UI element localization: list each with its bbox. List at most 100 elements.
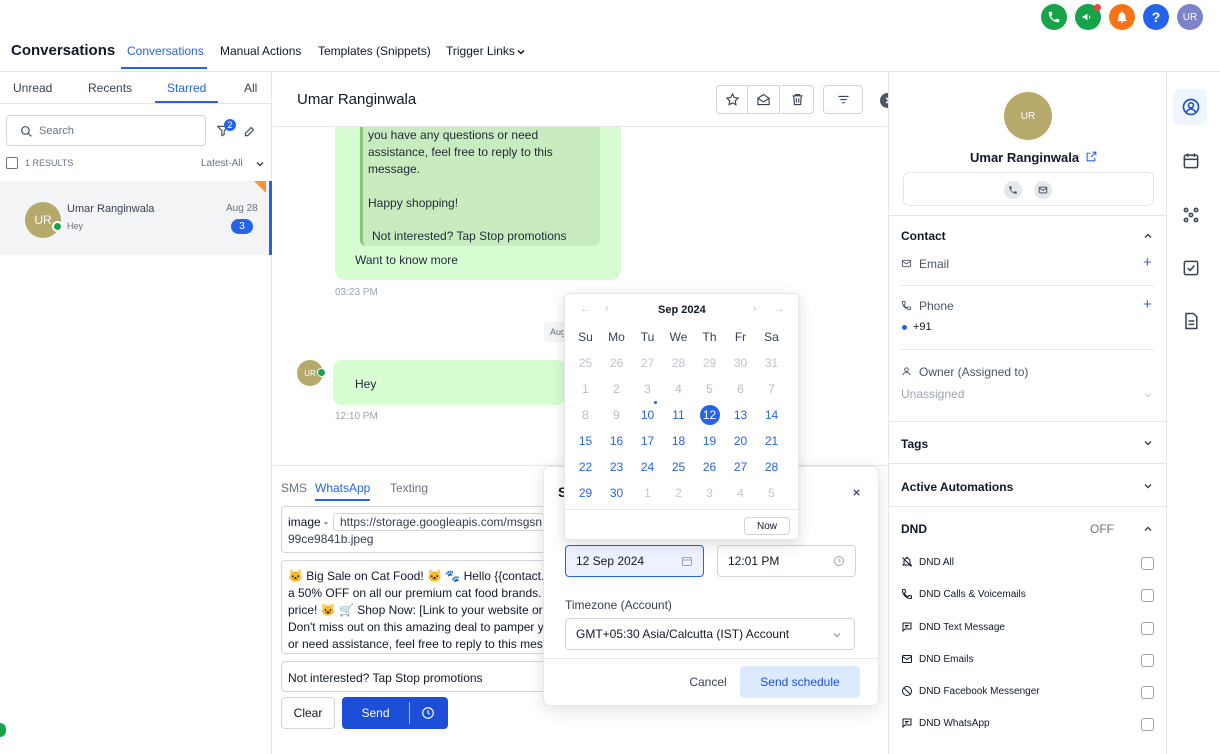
dnd-text-checkbox[interactable] (1141, 622, 1154, 635)
dnd-messenger-checkbox[interactable] (1141, 686, 1154, 699)
calendar-day[interactable]: 22 (570, 460, 601, 474)
message-body-field[interactable]: 🐱 Big Sale on Cat Food! 🐱 🐾 Hello {{cont… (281, 560, 561, 654)
calendar-day-selected[interactable]: 12 (694, 405, 725, 425)
calendar-day[interactable]: 30 (601, 486, 632, 500)
workflow-icon[interactable] (1181, 205, 1201, 225)
calendar-day[interactable]: 27 (725, 460, 756, 474)
conversation-item[interactable]: UR Umar Ranginwala Hey Aug 28 3 (0, 181, 272, 255)
tab-templates[interactable]: Templates (Snippets) (318, 44, 431, 58)
footer-field[interactable]: Not interested? Tap Stop promotions (281, 661, 561, 692)
bell-off-icon (901, 556, 913, 567)
calendar-day[interactable]: 15 (570, 434, 601, 448)
date-input[interactable]: 12 Sep 2024 (565, 545, 704, 577)
notes-icon[interactable] (1181, 311, 1201, 331)
add-email-icon[interactable]: + (1143, 254, 1152, 271)
megaphone-icon[interactable] (1075, 4, 1101, 30)
calendar-day[interactable]: 20 (725, 434, 756, 448)
prev-month-icon[interactable]: ‹ (605, 303, 609, 315)
attachment-field[interactable]: image - https://storage.googleapis.com/m… (281, 506, 561, 553)
now-button[interactable]: Now (744, 517, 790, 535)
top-bar: ? UR Conversations Conversations Manual … (0, 0, 1220, 72)
schedule-clock-icon[interactable] (421, 706, 435, 720)
prev-year-icon[interactable]: ← (580, 303, 591, 315)
dnd-all-checkbox[interactable] (1141, 557, 1154, 570)
cancel-button[interactable]: Cancel (676, 666, 740, 698)
search-box[interactable]: Search (6, 115, 206, 146)
panel-divider (889, 421, 1166, 422)
calendar-day[interactable]: 21 (756, 434, 787, 448)
subtab-all[interactable]: All (244, 81, 257, 95)
send-button[interactable]: Send (342, 697, 409, 729)
timezone-select[interactable]: GMT+05:30 Asia/Calcutta (IST) Account (565, 618, 855, 650)
calendar-day[interactable]: 23 (601, 460, 632, 474)
bell-icon[interactable] (1109, 4, 1135, 30)
dnd-calls-checkbox[interactable] (1141, 589, 1154, 602)
tab-conversations[interactable]: Conversations (127, 44, 204, 58)
contact-section-title[interactable]: Contact (901, 229, 946, 243)
channel-tab-whatsapp[interactable]: WhatsApp (315, 481, 370, 495)
next-month-icon[interactable]: › (753, 303, 757, 315)
channel-tab-sms[interactable]: SMS (281, 481, 307, 495)
subtab-recents[interactable]: Recents (88, 81, 132, 95)
chevron-down-icon[interactable] (1143, 438, 1153, 448)
calendar-icon[interactable] (1181, 151, 1201, 171)
task-check-icon[interactable] (1181, 258, 1201, 278)
external-link-icon[interactable] (1085, 150, 1098, 163)
sort-selector[interactable]: Latest-All (201, 158, 243, 169)
dnd-whatsapp-checkbox[interactable] (1141, 718, 1154, 731)
body-line: a 50% OFF on all our premium cat food br… (288, 586, 549, 600)
contact-profile-icon[interactable] (1181, 97, 1201, 117)
subtab-starred[interactable]: Starred (167, 81, 206, 95)
chevron-down-icon[interactable] (516, 47, 526, 57)
calendar-day[interactable]: 29 (570, 486, 601, 500)
dnd-section-title[interactable]: DND (901, 522, 927, 536)
select-all-checkbox[interactable] (6, 157, 18, 169)
clear-button[interactable]: Clear (281, 697, 335, 729)
close-icon[interactable] (852, 488, 861, 497)
call-icon[interactable] (1004, 181, 1022, 199)
calendar-day[interactable]: 17 (632, 434, 663, 448)
tab-manual-actions[interactable]: Manual Actions (220, 44, 301, 58)
compose-icon[interactable] (243, 124, 257, 138)
calendar-day[interactable]: 16 (601, 434, 632, 448)
tags-section-title[interactable]: Tags (901, 437, 928, 451)
filter-messages-button[interactable] (823, 85, 863, 114)
channel-tab-texting[interactable]: Texting (390, 481, 428, 495)
delete-button[interactable] (782, 85, 814, 114)
calendar-day[interactable]: 13 (725, 408, 756, 422)
star-button[interactable] (716, 85, 748, 114)
time-input[interactable]: 12:01 PM (717, 545, 856, 577)
message-time: 03:23 PM (335, 287, 378, 298)
owner-select[interactable]: Unassigned (901, 387, 964, 401)
chevron-down-icon[interactable] (1143, 390, 1153, 400)
chevron-up-icon[interactable] (1143, 524, 1153, 534)
chevron-down-icon[interactable] (1143, 481, 1153, 491)
next-year-icon[interactable]: → (774, 303, 785, 315)
image-url[interactable]: https://storage.googleapis.com/msgsn (333, 513, 550, 531)
calendar-day[interactable]: 26 (694, 460, 725, 474)
automations-section-title[interactable]: Active Automations (901, 480, 1013, 494)
phone-value[interactable]: +91 (913, 321, 932, 333)
add-phone-icon[interactable]: + (1143, 296, 1152, 313)
mark-unread-button[interactable] (748, 85, 780, 114)
calendar-day: 8 (582, 408, 589, 422)
help-icon[interactable]: ? (1143, 4, 1169, 30)
sort-chevron-icon[interactable] (255, 159, 265, 169)
month-label[interactable]: Sep 2024 (658, 304, 706, 316)
calendar-day[interactable]: 19 (694, 434, 725, 448)
send-schedule-button[interactable]: Send schedule (740, 666, 860, 698)
calendar-day[interactable]: 11 (663, 408, 694, 422)
user-avatar[interactable]: UR (1177, 4, 1203, 30)
subtab-unread[interactable]: Unread (13, 81, 52, 95)
email-icon[interactable] (1034, 181, 1052, 199)
calendar-day[interactable]: 25 (663, 460, 694, 474)
calendar-day[interactable]: 14 (756, 408, 787, 422)
tab-trigger-links[interactable]: Trigger Links (446, 44, 515, 58)
calendar-day[interactable]: 24 (632, 460, 663, 474)
calendar-day-today[interactable]: 10 (632, 408, 663, 422)
calendar-day[interactable]: 18 (663, 434, 694, 448)
phone-call-icon[interactable] (1041, 4, 1067, 30)
calendar-day[interactable]: 28 (756, 460, 787, 474)
dnd-emails-checkbox[interactable] (1141, 654, 1154, 667)
chevron-up-icon[interactable] (1143, 231, 1153, 241)
